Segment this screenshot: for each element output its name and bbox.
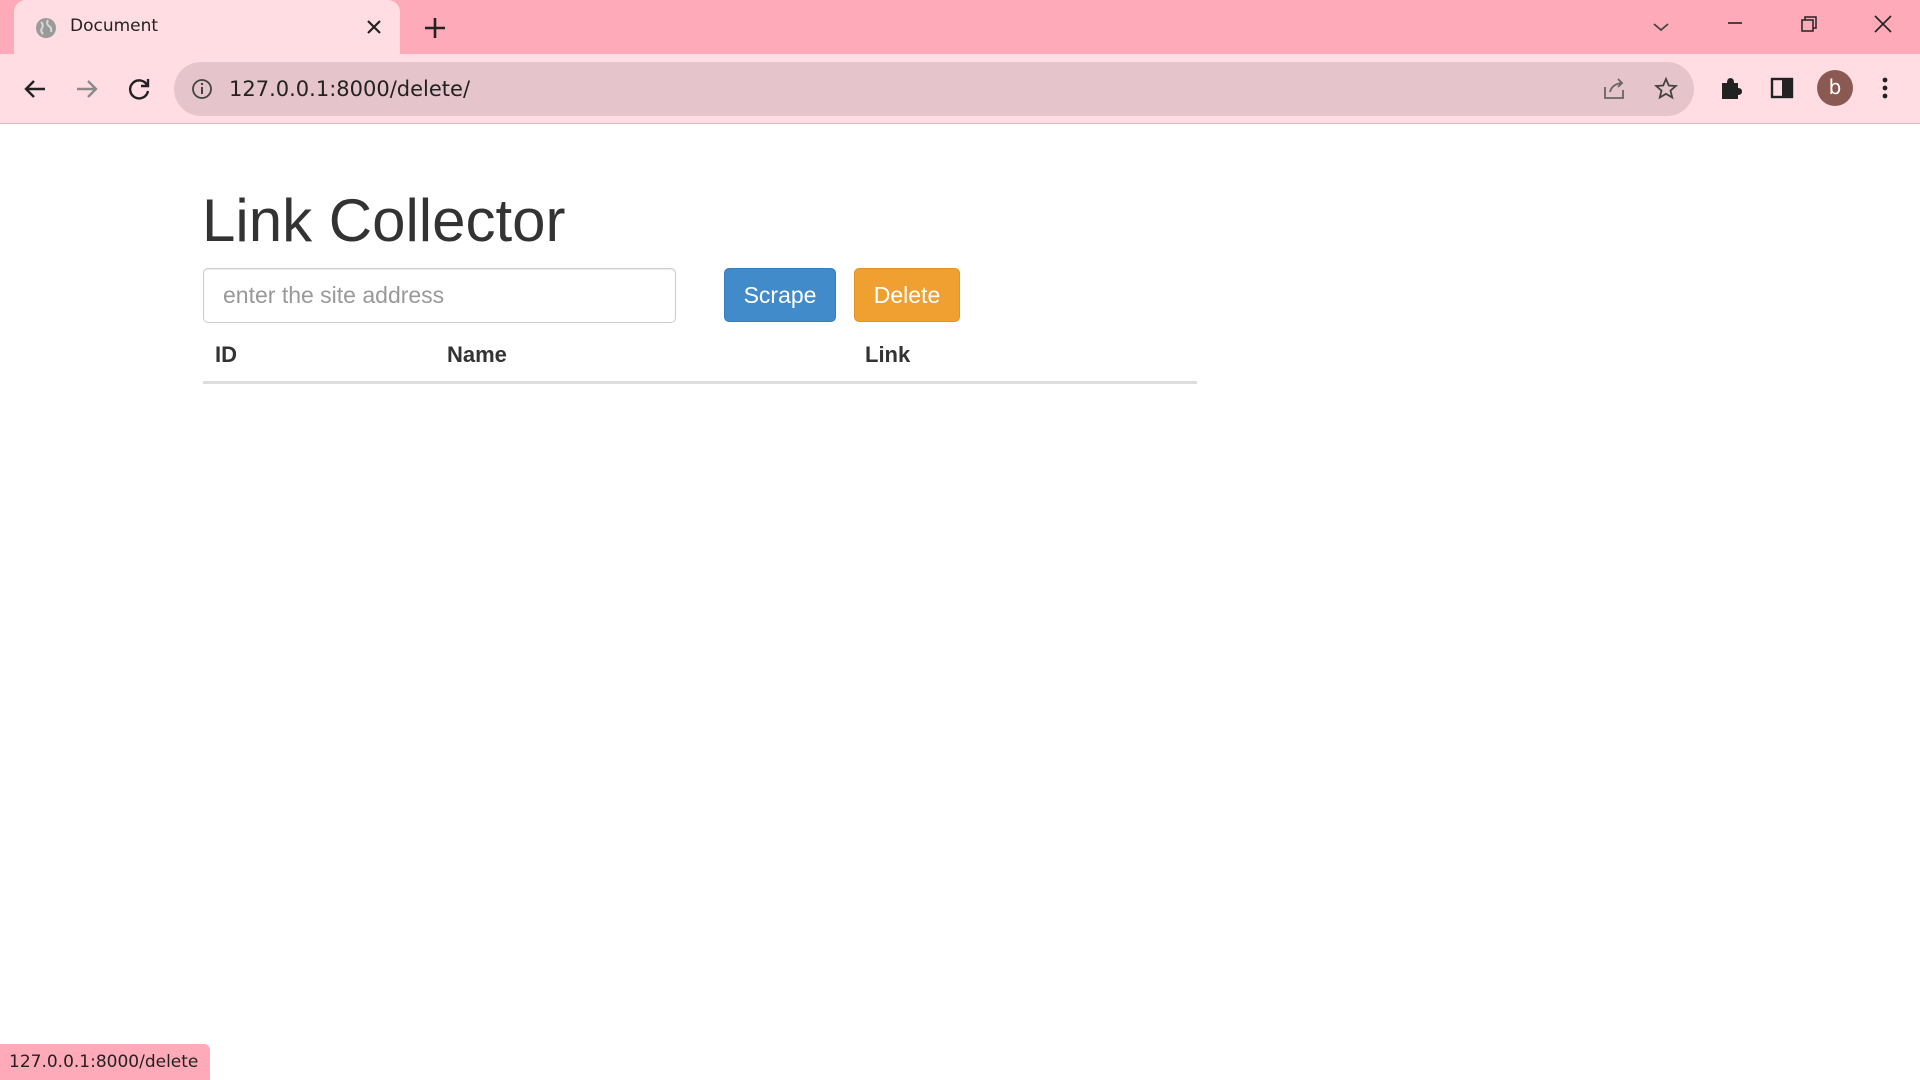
profile-avatar[interactable]: b	[1817, 70, 1853, 106]
share-icon[interactable]	[1600, 75, 1628, 103]
links-table: ID Name Link	[203, 330, 1197, 384]
column-header-name: Name	[435, 330, 853, 384]
minimize-icon[interactable]	[1718, 10, 1752, 44]
new-tab-plus-icon[interactable]	[420, 13, 450, 43]
tab-title: Document	[70, 16, 159, 36]
column-header-id: ID	[203, 330, 435, 384]
reload-icon[interactable]	[121, 71, 157, 107]
table-header-row: ID Name Link	[203, 330, 1197, 384]
bookmark-star-icon[interactable]	[1652, 75, 1680, 103]
delete-button[interactable]: Delete	[854, 268, 960, 322]
window-close-icon[interactable]	[1866, 10, 1900, 44]
globe-icon	[36, 18, 56, 38]
tab-search-chevron-icon[interactable]	[1644, 10, 1678, 44]
forward-arrow-icon[interactable]	[69, 71, 105, 107]
scrape-button[interactable]: Scrape	[724, 268, 836, 322]
site-address-input[interactable]	[203, 268, 676, 323]
browser-toolbar: 127.0.0.1:8000/delete/ b	[0, 54, 1920, 124]
address-url[interactable]: 127.0.0.1:8000/delete/	[229, 77, 470, 101]
page-title: Link Collector	[202, 187, 566, 254]
site-info-icon[interactable]	[190, 77, 214, 101]
column-header-link: Link	[853, 330, 1197, 384]
address-bar[interactable]: 127.0.0.1:8000/delete/	[174, 62, 1694, 116]
browser-tab[interactable]: Document	[14, 0, 400, 54]
extensions-puzzle-icon[interactable]	[1713, 71, 1747, 105]
side-panel-icon[interactable]	[1765, 71, 1799, 105]
close-icon[interactable]	[362, 15, 386, 39]
more-menu-icon[interactable]	[1868, 71, 1902, 105]
status-bar-url: 127.0.0.1:8000/delete	[0, 1044, 211, 1080]
tab-strip: Document	[0, 0, 1920, 54]
restore-icon[interactable]	[1791, 10, 1825, 44]
back-arrow-icon[interactable]	[17, 71, 53, 107]
